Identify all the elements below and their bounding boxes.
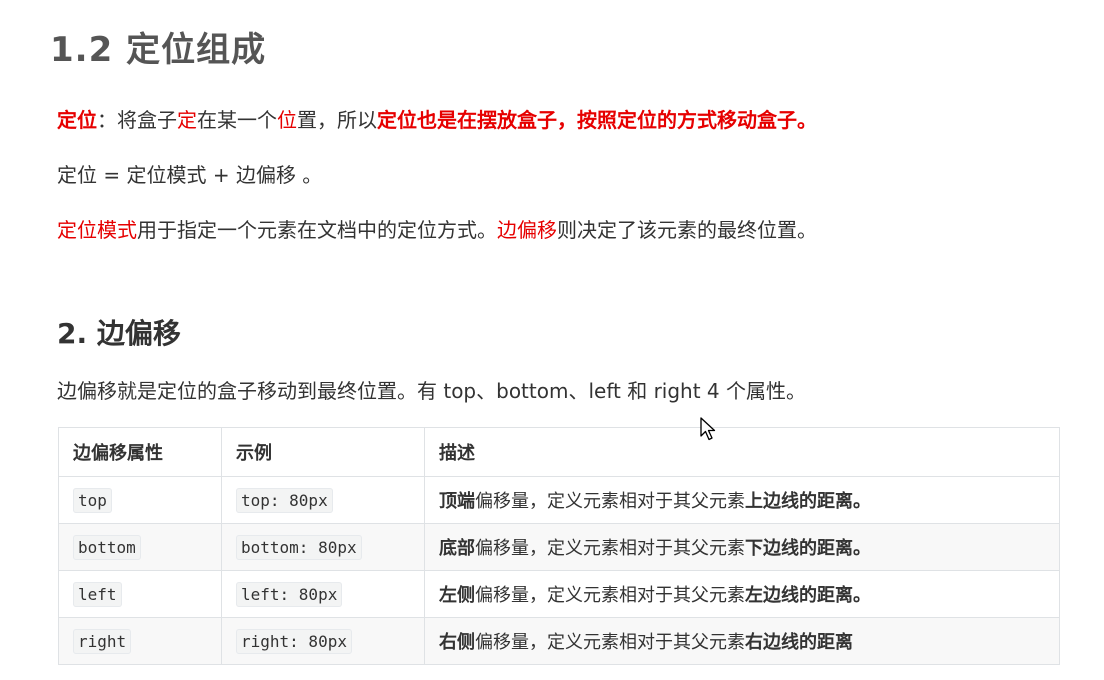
desc-text: 偏移量，定义元素相对于其父元素	[475, 538, 745, 559]
code-example: left: 80px	[236, 581, 343, 607]
positioning-definition-paragraph: 定位：将盒子定在某一个位置，所以定位也是在摆放盒子，按照定位的方式移动盒子。	[57, 106, 817, 134]
desc-direction: 顶端	[439, 491, 475, 512]
text-segment: 在某一个	[197, 108, 277, 132]
column-header-description: 描述	[424, 427, 1060, 477]
term-positioning-mode: 定位模式	[57, 218, 137, 242]
document-page: 1.2 定位组成 定位：将盒子定在某一个位置，所以定位也是在摆放盒子，按照定位的…	[0, 0, 1104, 680]
desc-edge: 右边线的距离	[745, 632, 853, 653]
table-row: right right: 80px 右侧偏移量，定义元素相对于其父元素右边线的距…	[58, 617, 1060, 665]
cell-description: 顶端偏移量，定义元素相对于其父元素上边线的距离。	[424, 476, 1060, 524]
desc-direction: 底部	[439, 538, 475, 559]
highlight-sentence: 定位也是在摆放盒子，按照定位的方式移动盒子。	[377, 108, 817, 132]
edge-offset-table: 边偏移属性 示例 描述 top top: 80px 顶端偏移量，定义元素相对于其…	[58, 427, 1060, 665]
positioning-mode-paragraph: 定位模式用于指定一个元素在文档中的定位方式。边偏移则决定了该元素的最终位置。	[57, 216, 817, 244]
highlight-wei: 位	[277, 108, 297, 132]
highlight-ding: 定	[177, 108, 197, 132]
cell-description: 左侧偏移量，定义元素相对于其父元素左边线的距离。	[424, 570, 1060, 618]
mouse-pointer-icon	[700, 417, 716, 441]
code-property: left	[73, 581, 122, 607]
text-segment: 置，所以	[297, 108, 377, 132]
cell-example: top: 80px	[221, 476, 425, 524]
text-segment: 则决定了该元素的最终位置。	[557, 218, 817, 242]
table-row: left left: 80px 左侧偏移量，定义元素相对于其父元素左边线的距离。	[58, 570, 1060, 618]
cell-description: 右侧偏移量，定义元素相对于其父元素右边线的距离	[424, 617, 1060, 665]
table-header-row: 边偏移属性 示例 描述	[58, 427, 1060, 477]
text-segment: ：将盒子	[97, 108, 177, 132]
column-header-example: 示例	[221, 427, 425, 477]
section-heading-positioning-composition: 1.2 定位组成	[50, 30, 267, 70]
desc-direction: 左侧	[439, 585, 475, 606]
edge-offset-intro-paragraph: 边偏移就是定位的盒子移动到最终位置。有 top、bottom、left 和 ri…	[57, 379, 807, 403]
cell-example: left: 80px	[221, 570, 425, 618]
section-heading-edge-offset: 2. 边偏移	[57, 317, 181, 350]
code-property: top	[73, 487, 112, 513]
code-example: top: 80px	[236, 487, 333, 513]
desc-text: 偏移量，定义元素相对于其父元素	[475, 632, 745, 653]
cell-property: left	[58, 570, 222, 618]
desc-text: 偏移量，定义元素相对于其父元素	[475, 491, 745, 512]
code-property: bottom	[73, 534, 141, 560]
desc-direction: 右侧	[439, 632, 475, 653]
text-segment: 用于指定一个元素在文档中的定位方式。	[137, 218, 497, 242]
code-property: right	[73, 628, 132, 654]
term-edge-offset: 边偏移	[497, 218, 557, 242]
desc-edge: 上边线的距离。	[745, 491, 871, 512]
table-row: top top: 80px 顶端偏移量，定义元素相对于其父元素上边线的距离。	[58, 476, 1060, 524]
positioning-formula-paragraph: 定位 = 定位模式 + 边偏移 。	[57, 163, 323, 187]
column-header-property: 边偏移属性	[58, 427, 222, 477]
code-example: right: 80px	[236, 628, 352, 654]
table-row: bottom bottom: 80px 底部偏移量，定义元素相对于其父元素下边线…	[58, 523, 1060, 571]
cell-description: 底部偏移量，定义元素相对于其父元素下边线的距离。	[424, 523, 1060, 571]
cell-example: right: 80px	[221, 617, 425, 665]
cell-property: bottom	[58, 523, 222, 571]
cell-example: bottom: 80px	[221, 523, 425, 571]
cell-property: top	[58, 476, 222, 524]
desc-edge: 左边线的距离。	[745, 585, 871, 606]
cell-property: right	[58, 617, 222, 665]
desc-edge: 下边线的距离。	[745, 538, 871, 559]
desc-text: 偏移量，定义元素相对于其父元素	[475, 585, 745, 606]
code-example: bottom: 80px	[236, 534, 362, 560]
term-positioning: 定位	[57, 108, 97, 132]
